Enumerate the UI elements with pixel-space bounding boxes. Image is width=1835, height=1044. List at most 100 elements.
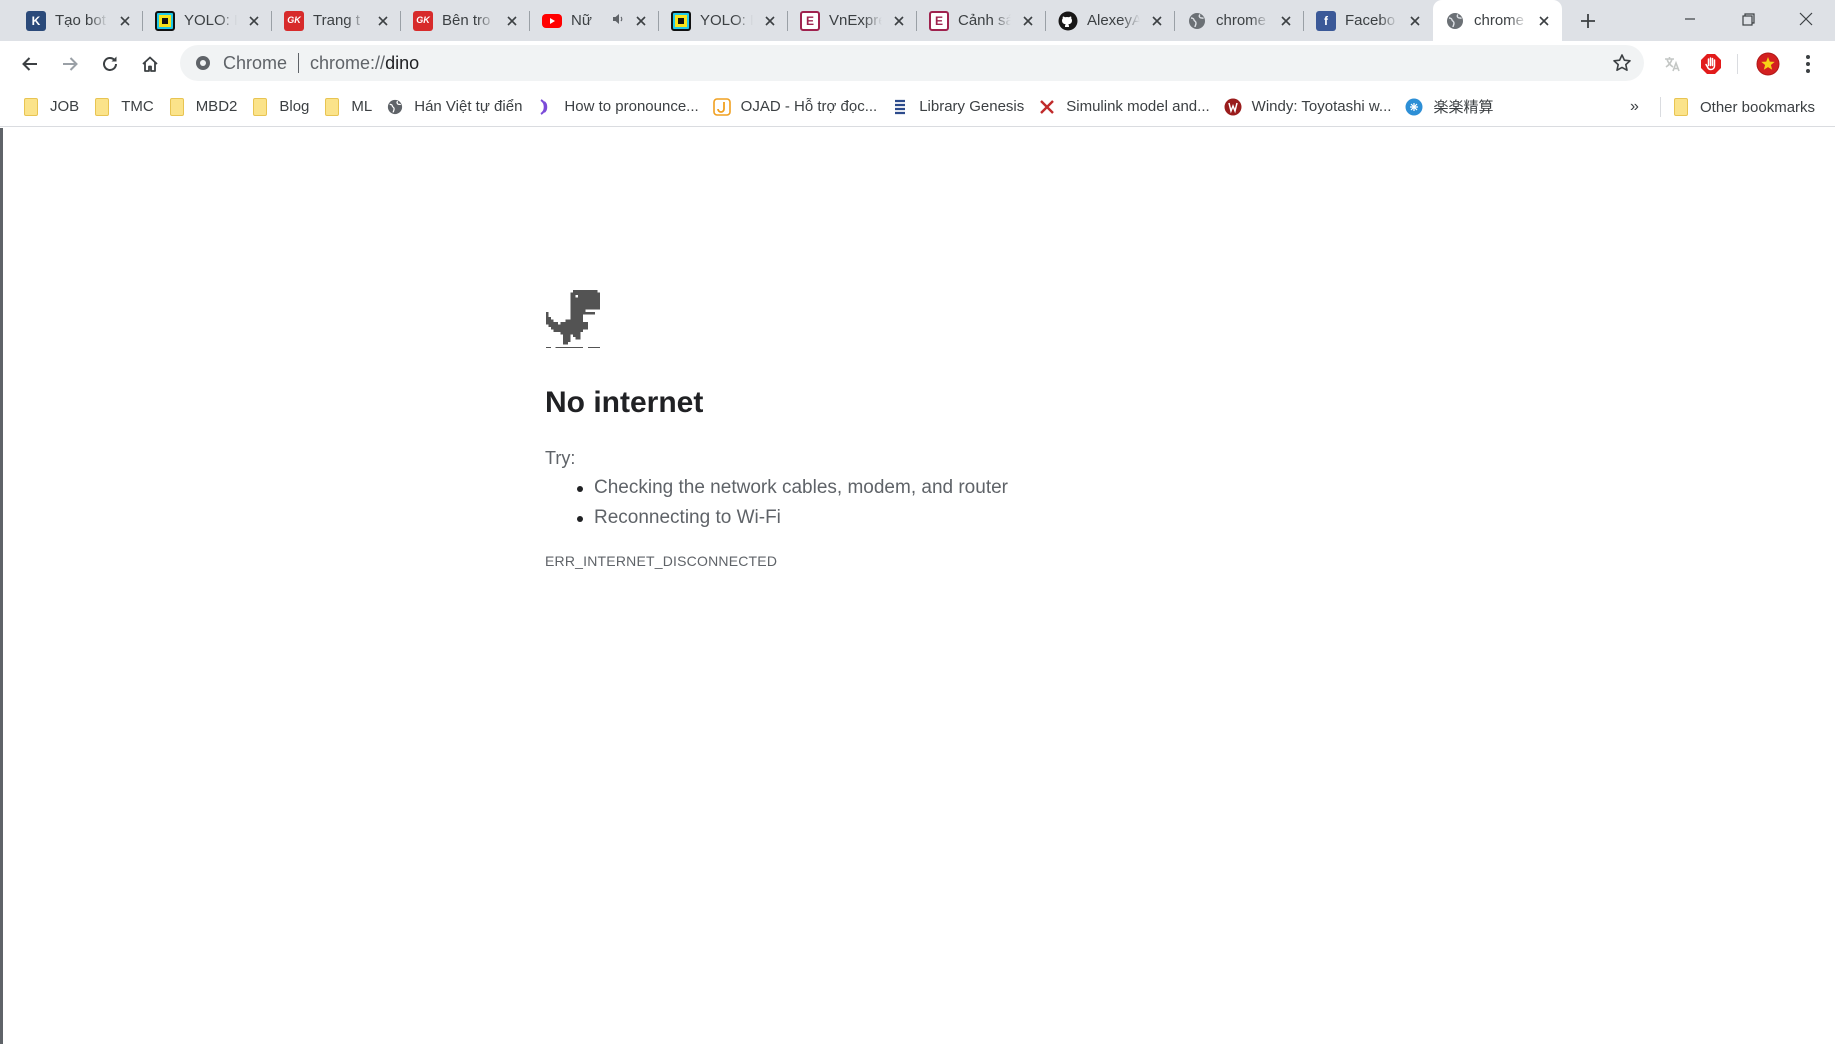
tab-title: Cảnh sá bbox=[958, 12, 1011, 29]
error-code: ERR_INTERNET_DISCONNECTED bbox=[545, 553, 778, 569]
home-button[interactable] bbox=[130, 44, 170, 84]
bookmark-item[interactable]: Library Genesis bbox=[887, 91, 1034, 123]
bookmark-item[interactable]: Windy: Toyotashi w... bbox=[1220, 91, 1402, 123]
minimize-button[interactable] bbox=[1661, 0, 1719, 38]
close-tab-icon[interactable] bbox=[633, 13, 649, 29]
omnibox-chip: Chrome bbox=[223, 52, 288, 73]
close-tab-icon[interactable] bbox=[1407, 13, 1423, 29]
vnexpress-icon: E bbox=[929, 10, 949, 31]
bookmark-item[interactable]: OJAD - Hỗ trợ đọc... bbox=[709, 91, 888, 123]
tab[interactable]: K Tạo bot bbox=[14, 0, 143, 41]
toolbar-divider bbox=[1737, 54, 1738, 74]
close-tab-icon[interactable] bbox=[1278, 13, 1294, 29]
github-icon bbox=[1058, 11, 1078, 31]
omnibox-separator bbox=[298, 53, 300, 73]
speaker-icon[interactable] bbox=[612, 13, 624, 28]
url-scheme: chrome:// bbox=[310, 52, 386, 73]
profile-avatar-button[interactable] bbox=[1750, 46, 1786, 82]
error-title: No internet bbox=[545, 386, 704, 419]
extension-translate-button[interactable] bbox=[1654, 46, 1690, 82]
suggestion-item: Checking the network cables, modem, and … bbox=[577, 474, 1008, 504]
yolo-icon bbox=[671, 10, 691, 31]
bookmark-label: 楽楽精算 bbox=[1433, 99, 1494, 116]
other-bookmarks-button[interactable]: Other bookmarks bbox=[1668, 91, 1825, 123]
folder-icon bbox=[168, 97, 186, 116]
close-tab-icon[interactable] bbox=[117, 13, 133, 29]
tab-active[interactable]: chrome bbox=[1433, 0, 1562, 41]
tab[interactable]: chrome bbox=[1175, 0, 1304, 41]
tab-list: K Tạo bot YOLO: F GK Trang t GK Bên tro Nữ YOLO:… bbox=[0, 0, 1608, 41]
bookmark-label: ML bbox=[351, 98, 373, 115]
close-tab-icon[interactable] bbox=[246, 13, 262, 29]
address-bar[interactable]: Chrome chrome://dino bbox=[180, 45, 1644, 81]
vnexpress-icon: E bbox=[800, 10, 820, 31]
suggestion-item: Reconnecting to Wi-Fi bbox=[577, 504, 1008, 534]
bookmark-item[interactable]: JOB bbox=[18, 91, 89, 123]
close-window-button[interactable] bbox=[1777, 0, 1835, 38]
bookmark-item[interactable]: ML bbox=[319, 91, 382, 123]
youtube-icon bbox=[542, 11, 562, 31]
tab[interactable]: YOLO: F bbox=[659, 0, 788, 41]
tab-title: AlexeyA bbox=[1087, 12, 1140, 29]
try-label: Try: bbox=[545, 448, 576, 468]
back-button[interactable] bbox=[10, 44, 50, 84]
chrome-info-icon[interactable] bbox=[194, 54, 212, 72]
new-tab-button[interactable] bbox=[1568, 0, 1608, 41]
folder-icon bbox=[323, 97, 341, 116]
globe-icon bbox=[1445, 11, 1465, 31]
bookmark-star-button[interactable] bbox=[1608, 49, 1636, 77]
tab[interactable]: E Cảnh sá bbox=[917, 0, 1046, 41]
bookmark-item[interactable]: Hán Việt tự điển bbox=[382, 91, 532, 123]
tab[interactable]: GK Bên tro bbox=[401, 0, 530, 41]
bookmark-item[interactable]: 楽楽精算 bbox=[1401, 91, 1503, 123]
yolo-icon bbox=[155, 10, 175, 31]
forward-button[interactable] bbox=[50, 44, 90, 84]
tab[interactable]: E VnExpre bbox=[788, 0, 917, 41]
tab-title: Trang t bbox=[313, 12, 360, 29]
chrome-menu-button[interactable] bbox=[1790, 46, 1826, 82]
close-tab-icon[interactable] bbox=[1536, 13, 1552, 29]
tab-title: YOLO: F bbox=[700, 12, 753, 29]
tab[interactable]: Nữ bbox=[530, 0, 659, 41]
close-tab-icon[interactable] bbox=[1149, 13, 1165, 29]
bookmark-label: Library Genesis bbox=[919, 98, 1025, 115]
close-tab-icon[interactable] bbox=[1020, 13, 1036, 29]
page-content bbox=[0, 128, 1835, 1044]
bookmark-item[interactable]: Simulink model and... bbox=[1034, 91, 1219, 123]
tab-title: Tạo bot bbox=[55, 12, 106, 29]
tab[interactable]: AlexeyA bbox=[1046, 0, 1175, 41]
bookmark-label: Blog bbox=[279, 98, 310, 115]
close-tab-icon[interactable] bbox=[504, 13, 520, 29]
bookmarks-bar: JOB TMC MBD2 Blog ML Hán Việt tự điển How to p… bbox=[0, 87, 1835, 127]
reload-button[interactable] bbox=[90, 44, 130, 84]
bookmark-item[interactable]: TMC bbox=[89, 91, 164, 123]
bookmark-label: Hán Việt tự điển bbox=[414, 98, 523, 115]
bookmark-label: MBD2 bbox=[195, 98, 238, 115]
bookmark-item[interactable]: MBD2 bbox=[164, 91, 248, 123]
bookmarks-overflow-button[interactable]: » bbox=[1630, 87, 1639, 127]
extension-opera-button[interactable] bbox=[1693, 46, 1729, 82]
bookmark-item[interactable]: Blog bbox=[247, 91, 319, 123]
close-tab-icon[interactable] bbox=[891, 13, 907, 29]
minimize-icon bbox=[1685, 18, 1695, 20]
facebook-icon: f bbox=[1316, 10, 1336, 31]
tab[interactable]: GK Trang t bbox=[272, 0, 401, 41]
tab[interactable]: f Facebo bbox=[1304, 0, 1433, 41]
tab[interactable]: YOLO: F bbox=[143, 0, 272, 41]
avatar-icon bbox=[1756, 52, 1780, 76]
globe-icon bbox=[1187, 11, 1207, 31]
folder-icon bbox=[1672, 98, 1690, 116]
window-controls bbox=[1661, 0, 1835, 41]
restore-button[interactable] bbox=[1719, 0, 1777, 38]
tab-title: Facebo bbox=[1345, 12, 1396, 29]
close-tab-icon[interactable] bbox=[375, 13, 391, 29]
ojad-icon bbox=[712, 97, 731, 116]
news-red-icon: GK bbox=[413, 10, 433, 31]
bookmarks-divider bbox=[1660, 97, 1661, 117]
tab-title: Bên tro bbox=[442, 12, 491, 29]
bookmark-item[interactable]: How to pronounce... bbox=[532, 91, 708, 123]
bookmark-label: Windy: Toyotashi w... bbox=[1251, 98, 1392, 115]
star-icon bbox=[1613, 54, 1631, 71]
close-tab-icon[interactable] bbox=[762, 13, 778, 29]
dinosaur-icon[interactable] bbox=[544, 290, 602, 348]
